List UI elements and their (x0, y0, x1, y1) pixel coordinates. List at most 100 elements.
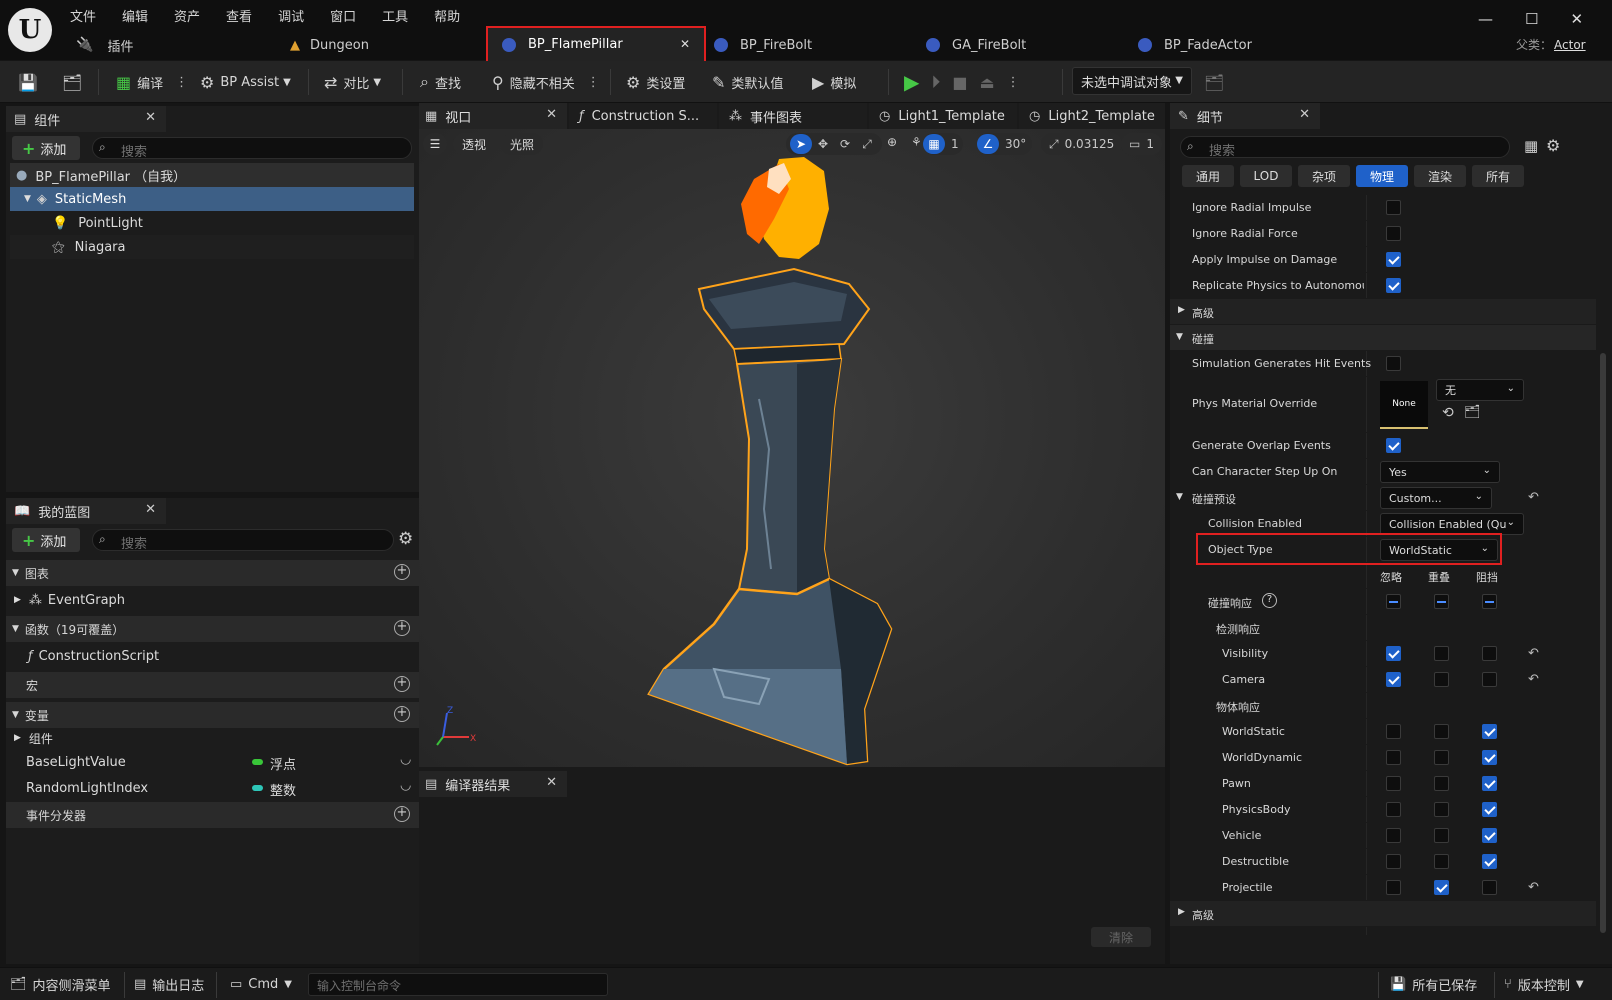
tab-light2-template[interactable]: ◷ Light2_Template (1019, 103, 1165, 129)
event-graph-item[interactable]: ▶ ⁂ EventGraph (6, 588, 422, 612)
collision-presets-dropdown[interactable]: Custom... ⌄ (1380, 487, 1492, 509)
construction-script-item[interactable]: ƒ ConstructionScript (6, 644, 422, 668)
block-checkbox[interactable] (1482, 828, 1497, 843)
surface-snap-icon[interactable]: ⚘ (911, 135, 922, 149)
material-thumbnail[interactable]: None (1380, 381, 1428, 429)
more-options-icon[interactable]: ⋮ (1007, 75, 1020, 90)
menu-view[interactable]: 查看 (226, 6, 252, 25)
overlap-checkbox[interactable] (1434, 750, 1449, 765)
output-log-button[interactable]: ▤ 输出日志 (134, 968, 204, 1000)
reset-to-default-icon[interactable]: ↶ (1528, 880, 1539, 895)
expand-arrow-icon[interactable]: ▶ (1178, 305, 1185, 315)
category-advanced[interactable]: ▶ 高级 (1170, 299, 1596, 325)
filter-physics[interactable]: 物理 (1356, 165, 1408, 187)
add-dispatcher-icon[interactable]: + (394, 806, 410, 822)
section-functions[interactable]: ▼ 函数（19可覆盖） + (6, 616, 422, 642)
ignore-checkbox[interactable] (1386, 724, 1401, 739)
prop-checkbox[interactable] (1386, 200, 1401, 215)
overlap-checkbox[interactable] (1434, 828, 1449, 843)
add-graph-icon[interactable]: + (394, 564, 410, 580)
angle-snap-icon[interactable]: ∠ (977, 134, 999, 154)
add-function-icon[interactable]: + (394, 620, 410, 636)
class-defaults-button[interactable]: ✎ 类默认值 (712, 61, 783, 103)
use-selected-icon[interactable]: ⟲ (1442, 405, 1454, 421)
more-options-icon[interactable]: ⋮ (587, 75, 600, 90)
scale-snap-icon[interactable]: ⤢ (1049, 137, 1059, 152)
filter-misc[interactable]: 杂项 (1298, 165, 1350, 187)
section-graphs[interactable]: ▼ 图表 + (6, 560, 422, 586)
tree-item-pointlight[interactable]: 💡 PointLight (10, 211, 414, 235)
prop-checkbox[interactable] (1386, 226, 1401, 241)
ignore-checkbox[interactable] (1386, 802, 1401, 817)
details-scrollbar[interactable] (1600, 353, 1606, 933)
ignore-all-checkbox[interactable] (1386, 594, 1401, 609)
rotation-snap-value[interactable]: 30° (1005, 137, 1026, 151)
tree-item-staticmesh[interactable]: ▼ ◈ StaticMesh (10, 187, 414, 211)
menu-debug[interactable]: 调试 (278, 6, 304, 25)
tab-details[interactable]: ✎ 细节 ✕ (1170, 103, 1320, 129)
debug-browse-button[interactable]: 🗂 (1204, 61, 1230, 103)
stop-icon[interactable]: ■ (952, 73, 967, 92)
save-status[interactable]: 💾 所有已保存 (1390, 968, 1477, 1000)
object-type-dropdown[interactable]: WorldStatic ⌄ (1380, 539, 1498, 561)
collapse-arrow-icon[interactable]: ▼ (24, 194, 31, 204)
parent-class-link[interactable]: Actor (1554, 38, 1586, 52)
help-icon[interactable]: ? (1262, 593, 1277, 608)
tab-bp-fadeactor[interactable]: BP_FadeActor (1138, 31, 1252, 59)
collapse-arrow-icon[interactable]: ▼ (12, 624, 19, 634)
overlap-checkbox[interactable] (1434, 880, 1449, 895)
ignore-checkbox[interactable] (1386, 672, 1401, 687)
menu-window[interactable]: 窗口 (330, 6, 356, 25)
close-icon[interactable]: ✕ (546, 107, 557, 122)
tab-components[interactable]: ▤ 组件 ✕ (6, 106, 166, 132)
filter-general[interactable]: 通用 (1182, 165, 1234, 187)
filter-lod[interactable]: LOD (1240, 165, 1292, 187)
settings-gear-icon[interactable]: ⚙ (398, 529, 413, 549)
eye-closed-icon[interactable]: ◡ (400, 752, 411, 767)
maximize-icon[interactable]: ☐ (1525, 10, 1538, 28)
ignore-checkbox[interactable] (1386, 776, 1401, 791)
overlap-all-checkbox[interactable] (1434, 594, 1449, 609)
camera-speed-value[interactable]: 1 (1146, 137, 1154, 151)
add-variable-icon[interactable]: + (394, 706, 410, 722)
add-component-button[interactable]: + 添加 (12, 136, 80, 160)
prop-checkbox[interactable] (1386, 252, 1401, 267)
ignore-checkbox[interactable] (1386, 828, 1401, 843)
tree-item-niagara[interactable]: ⚝ Niagara (10, 235, 414, 259)
tab-event-graph[interactable]: ⁂ 事件图表 (719, 103, 867, 129)
camera-icon[interactable]: ▭ (1129, 137, 1140, 151)
block-checkbox[interactable] (1482, 724, 1497, 739)
section-macros[interactable]: 宏 + (6, 672, 422, 698)
block-all-checkbox[interactable] (1482, 594, 1497, 609)
category-advanced-2[interactable]: ▶ 高级 (1170, 901, 1596, 927)
play-icon[interactable]: ▶ (904, 70, 919, 94)
collapse-arrow-icon[interactable]: ▼ (12, 710, 19, 720)
collision-enabled-dropdown[interactable]: Collision Enabled (Que ⌄ (1380, 513, 1524, 535)
expand-arrow-icon[interactable]: ▶ (14, 595, 21, 605)
tab-light1-template[interactable]: ◷ Light1_Template (869, 103, 1017, 129)
variable-row[interactable]: BaseLightValue 浮点 ◡ (6, 750, 422, 774)
tree-root[interactable]: ● BP_FlamePillar （自我） (10, 163, 414, 187)
eye-closed-icon[interactable]: ◡ (400, 778, 411, 793)
save-button[interactable]: 💾 (18, 61, 44, 103)
block-checkbox[interactable] (1482, 776, 1497, 791)
variable-type[interactable]: 浮点 (270, 754, 296, 773)
add-macro-icon[interactable]: + (394, 676, 410, 692)
close-icon[interactable]: ✕ (546, 775, 557, 790)
tab-bp-flamepillar[interactable]: BP_FlamePillar ✕ (486, 26, 706, 64)
block-checkbox[interactable] (1482, 880, 1497, 895)
filter-all[interactable]: 所有 (1472, 165, 1524, 187)
close-icon[interactable]: ✕ (145, 110, 156, 125)
tab-construction-script[interactable]: ƒ Construction S... (569, 103, 717, 129)
eject-icon[interactable]: ⏏ (980, 73, 995, 92)
settings-gear-icon[interactable]: ⚙ (1546, 136, 1560, 155)
overlap-checkbox[interactable] (1434, 776, 1449, 791)
close-window-icon[interactable]: ✕ (1570, 10, 1583, 28)
step-icon[interactable]: ⏵ (931, 72, 940, 93)
tab-dungeon[interactable]: ▲ Dungeon (290, 31, 369, 59)
menu-tools[interactable]: 工具 (382, 6, 408, 25)
rotation-snap-control[interactable]: ∠ 30° (977, 133, 1033, 155)
components-search-input[interactable]: ⌕ 搜索 (92, 137, 412, 160)
tab-my-blueprint[interactable]: 📖 我的蓝图 ✕ (6, 498, 166, 524)
hide-unrelated-button[interactable]: ⚲ 隐藏不相关 ⋮ (492, 61, 600, 103)
